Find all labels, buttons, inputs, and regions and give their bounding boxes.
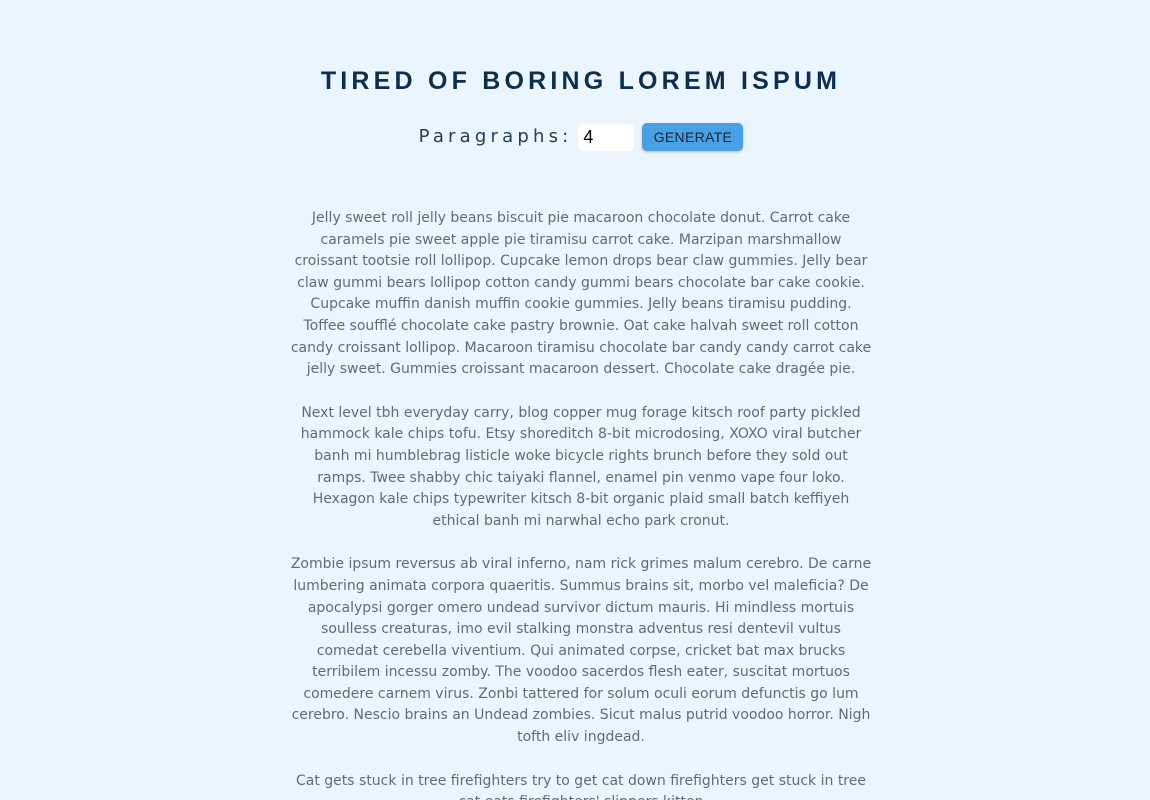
page-title: TIRED OF BORING LOREM ISPUM	[320, 67, 842, 95]
paragraphs-label: Paragraphs:	[418, 126, 573, 147]
paragraph: Cat gets stuck in tree firefighters try …	[296, 772, 866, 800]
generated-text: Jelly sweet roll jelly beans biscuit pie…	[289, 208, 873, 800]
paragraph: Jelly sweet roll jelly beans biscuit pie…	[290, 210, 872, 378]
paragraph: Zombie ipsum reversus ab viral inferno, …	[290, 556, 872, 746]
paragraph-controls: Paragraphs: GENERATE	[0, 122, 1150, 152]
paragraph: Next level tbh everyday carry, blog copp…	[300, 404, 862, 529]
generate-button[interactable]: GENERATE	[642, 123, 744, 151]
page: TIRED OF BORING LOREM ISPUM Paragraphs: …	[0, 0, 1150, 800]
paragraphs-count-input[interactable]	[578, 123, 635, 151]
